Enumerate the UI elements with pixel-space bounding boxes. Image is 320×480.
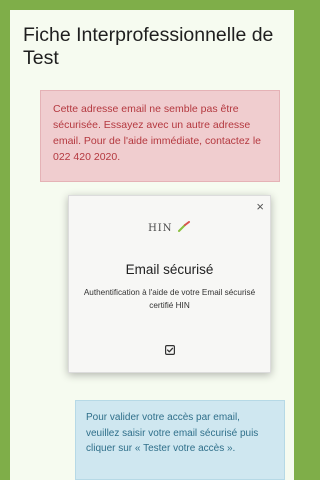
hin-logo: HIN xyxy=(69,218,270,237)
hin-logo-icon xyxy=(177,220,190,232)
info-alert: Pour valider votre accès par email, veui… xyxy=(75,400,285,480)
checkbox-check-icon[interactable] xyxy=(69,342,270,360)
hin-logo-text: HIN xyxy=(148,223,173,234)
secure-email-modal: × HIN Email sécurisé Authentification à … xyxy=(68,195,271,373)
page-container: Fiche Interprofessionnelle de Test Cette… xyxy=(10,10,294,480)
page-title: Fiche Interprofessionnelle de Test xyxy=(23,24,274,69)
modal-description: Authentification à l'aide de votre Email… xyxy=(83,288,256,310)
error-alert: Cette adresse email ne semble pas être s… xyxy=(40,90,280,182)
info-alert-text: Pour valider votre accès par email, veui… xyxy=(86,412,259,454)
modal-title: Email sécurisé xyxy=(125,262,214,277)
close-icon[interactable]: × xyxy=(256,200,264,214)
error-alert-text: Cette adresse email ne semble pas être s… xyxy=(53,103,262,163)
